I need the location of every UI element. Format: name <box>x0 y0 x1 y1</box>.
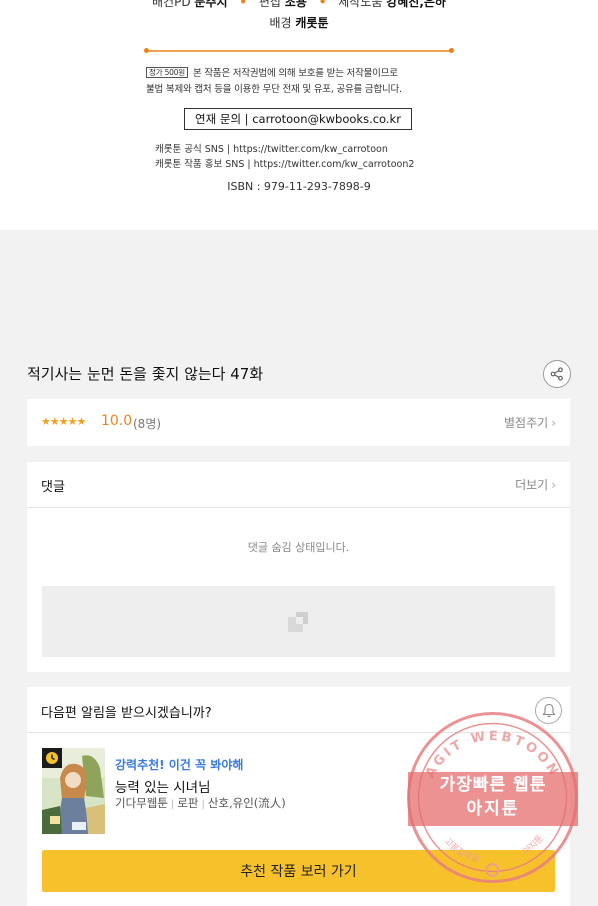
sns-promo-link[interactable]: 캐롯툰 작품 홍보 SNS | https://twitter.com/kw_c… <box>155 157 414 172</box>
copyright-line: 불법 복제와 캡처 등을 이용한 무단 전재 및 유포, 공유를 금합니다. <box>146 84 402 95</box>
credit-name: 캐롯툰 <box>295 16 329 30</box>
price-tag: 정가 500원 <box>146 67 188 78</box>
comments-hidden-message: 댓글 숨김 상태입니다. <box>247 541 350 554</box>
notify-bell-button[interactable] <box>535 697 562 724</box>
share-icon <box>550 367 563 381</box>
chevron-right-icon: › <box>551 416 556 430</box>
watermark-line2: 아지툰 <box>466 799 520 819</box>
credits-section: 배컨PD 문주지 • 편집 조용 • 제작도움 강혜진,은하 배경 캐롯툰 정가… <box>0 0 598 230</box>
recommended-thumbnail[interactable] <box>42 748 105 834</box>
more-button-label: 더보기 <box>515 478 549 492</box>
background-credit-line: 배경 캐롯툰 <box>0 14 598 31</box>
credit-role: 제작도움 <box>338 0 383 9</box>
ad-placeholder[interactable] <box>42 586 555 657</box>
recommend-label: 강력추천! 이건 꼭 봐야해 <box>115 758 244 772</box>
rating-stars: ★★★★★ <box>41 415 86 428</box>
credit-name: 강혜진,은하 <box>386 0 446 9</box>
bell-icon <box>541 703 556 718</box>
chevron-right-icon: › <box>551 478 556 492</box>
sns-links: 캐롯툰 공식 SNS | https://twitter.com/kw_carr… <box>155 142 414 172</box>
rate-button[interactable]: 별점주기 › <box>504 414 556 431</box>
recommended-meta: 기다무웹툰 | 로판 | 산호,유인(流人) <box>115 796 286 810</box>
credit-role: 배컨PD <box>152 0 191 9</box>
rating-score: 10.0 <box>101 413 133 429</box>
comments-more-button[interactable]: 더보기 › <box>515 476 556 493</box>
divider <box>27 732 570 733</box>
credit-name: 조용 <box>284 0 307 9</box>
clock-icon <box>46 752 58 764</box>
rating-card: ★★★★★ 10.0 (8명) 별점주기 › <box>27 399 570 446</box>
rate-button-label: 별점주기 <box>504 416 549 430</box>
isbn-text: ISBN : 979-11-293-7898-9 <box>227 180 371 193</box>
recommend-cta-button[interactable]: 추천 작품 보러 가기 <box>42 850 555 892</box>
divider <box>27 507 570 508</box>
credit-name: 문주지 <box>194 0 228 9</box>
wait-free-badge <box>42 748 62 768</box>
sns-official-link[interactable]: 캐롯툰 공식 SNS | https://twitter.com/kw_carr… <box>155 142 414 157</box>
credit-role: 편집 <box>258 0 281 9</box>
meta-genre: 로판 <box>177 796 199 810</box>
divider-line <box>144 48 454 53</box>
meta-badge: 기다무웹툰 <box>115 796 168 810</box>
image-placeholder-icon <box>288 612 308 632</box>
watermark-band: 가장빠른 웹툰 아지툰 <box>408 772 578 826</box>
contact-box: 연재 문의 | carrotoon@kwbooks.co.kr <box>184 108 412 130</box>
credit-role: 배경 <box>269 16 292 30</box>
watermark-line1: 가장빠른 웹툰 <box>439 775 547 795</box>
staff-credit-line: 배컨PD 문주지 • 편집 조용 • 제작도움 강혜진,은하 <box>0 0 598 10</box>
notify-question: 다음편 알림을 받으시겠습니까? <box>41 706 212 721</box>
recommended-title[interactable]: 능력 있는 시녀님 <box>115 776 211 796</box>
meta-authors: 산호,유인(流人) <box>207 796 286 810</box>
copyright-notice: 정가 500원 본 작품은 저작권법에 의해 보호를 받는 저작물이므로 불법 복… <box>146 66 456 98</box>
share-button[interactable] <box>543 360 571 388</box>
rating-count: (8명) <box>133 417 162 431</box>
episode-title: 적기사는 눈먼 돈을 좇지 않는다 47화 <box>27 365 264 383</box>
comments-header: 댓글 <box>41 480 65 495</box>
comments-card: 댓글 더보기 › 댓글 숨김 상태입니다. <box>27 462 570 672</box>
copyright-line: 본 작품은 저작권법에 의해 보호를 받는 저작물이므로 <box>193 68 398 79</box>
